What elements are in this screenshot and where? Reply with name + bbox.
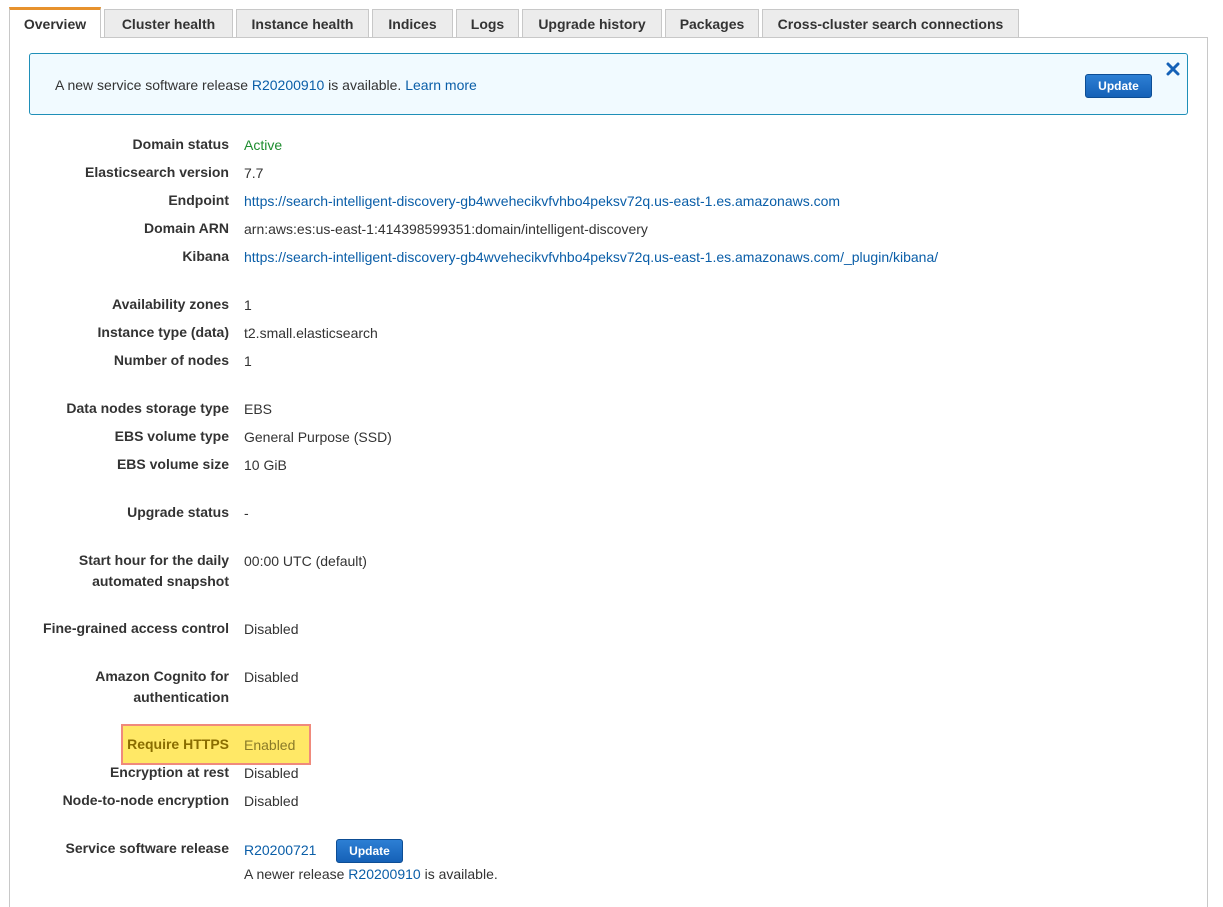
require-https-label: Require HTTPS xyxy=(127,736,229,752)
tab-cross-cluster-search-connections[interactable]: Cross-cluster search connections xyxy=(762,9,1019,38)
banner-text-after: is available. xyxy=(324,77,406,93)
banner-message: A new service software release R20200910… xyxy=(55,77,477,93)
storage-type-value: EBS xyxy=(244,401,273,417)
endpoint-label: Endpoint xyxy=(168,192,229,208)
upgrade-status-value: - xyxy=(244,505,249,521)
learn-more-link[interactable]: Learn more xyxy=(405,77,477,93)
endpoint-link[interactable]: https://search-intelligent-discovery-gb4… xyxy=(244,191,840,212)
tab-indices[interactable]: Indices xyxy=(372,9,453,38)
es-version-label: Elasticsearch version xyxy=(85,164,229,180)
tab-bar: Overview Cluster health Instance health … xyxy=(9,7,1019,38)
tab-instance-health[interactable]: Instance health xyxy=(236,9,369,38)
kibana-label: Kibana xyxy=(182,248,229,264)
encryption-at-rest-value: Disabled xyxy=(244,765,299,781)
ebs-volume-size-value: 10 GiB xyxy=(244,457,287,473)
upgrade-status-label: Upgrade status xyxy=(127,504,229,520)
newer-release-note-after: is available. xyxy=(420,866,498,882)
tab-upgrade-history[interactable]: Upgrade history xyxy=(522,9,662,38)
domain-status-label: Domain status xyxy=(132,136,229,152)
software-release-banner: A new service software release R20200910… xyxy=(29,53,1188,115)
node-encryption-label: Node-to-node encryption xyxy=(62,792,229,808)
snapshot-hour-label-line2: automated snapshot xyxy=(92,573,229,589)
availability-zones-label: Availability zones xyxy=(112,296,229,312)
cognito-label-line1: Amazon Cognito for xyxy=(95,668,229,684)
storage-type-label: Data nodes storage type xyxy=(66,400,229,416)
fine-grained-label: Fine-grained access control xyxy=(43,620,229,636)
ebs-volume-type-value: General Purpose (SSD) xyxy=(244,429,392,445)
ebs-volume-type-label: EBS volume type xyxy=(114,428,229,444)
cognito-label-line2: authentication xyxy=(133,689,229,705)
ebs-volume-size-label: EBS volume size xyxy=(116,456,229,472)
domain-arn-label: Domain ARN xyxy=(143,220,229,236)
number-of-nodes-label: Number of nodes xyxy=(113,352,229,368)
instance-type-label: Instance type (data) xyxy=(97,324,229,340)
fine-grained-value: Disabled xyxy=(244,621,299,637)
encryption-at-rest-label: Encryption at rest xyxy=(109,764,229,780)
service-release-label: Service software release xyxy=(65,840,229,856)
banner-release-link[interactable]: R20200910 xyxy=(252,77,324,93)
snapshot-hour-value: 00:00 UTC (default) xyxy=(244,553,367,569)
domain-status-value: Active xyxy=(244,137,283,153)
service-release-link[interactable]: R20200721 xyxy=(244,840,316,861)
number-of-nodes-value: 1 xyxy=(244,353,252,369)
node-encryption-value: Disabled xyxy=(244,793,299,809)
banner-text-before: A new service software release xyxy=(55,77,252,93)
domain-arn-value: arn:aws:es:us-east-1:414398599351:domain… xyxy=(244,221,648,237)
availability-zones-value: 1 xyxy=(244,297,252,313)
newer-release-note-before: A newer release xyxy=(244,866,349,882)
cognito-value: Disabled xyxy=(244,669,299,685)
newer-release-note: A newer release R20200910 is available. xyxy=(244,864,498,885)
tab-logs[interactable]: Logs xyxy=(456,9,519,38)
es-version-value: 7.7 xyxy=(244,165,264,181)
banner-update-button[interactable]: Update xyxy=(1085,74,1152,98)
service-release-update-button[interactable]: Update xyxy=(336,839,403,863)
snapshot-hour-label-line1: Start hour for the daily xyxy=(78,552,229,568)
require-https-value: Enabled xyxy=(244,737,296,753)
tab-overview[interactable]: Overview xyxy=(9,7,101,38)
tab-cluster-health[interactable]: Cluster health xyxy=(104,9,233,38)
kibana-link[interactable]: https://search-intelligent-discovery-gb4… xyxy=(244,247,938,268)
instance-type-value: t2.small.elasticsearch xyxy=(244,325,378,341)
tab-packages[interactable]: Packages xyxy=(665,9,759,38)
newer-release-link[interactable]: R20200910 xyxy=(348,866,420,882)
close-icon[interactable] xyxy=(1166,62,1180,76)
